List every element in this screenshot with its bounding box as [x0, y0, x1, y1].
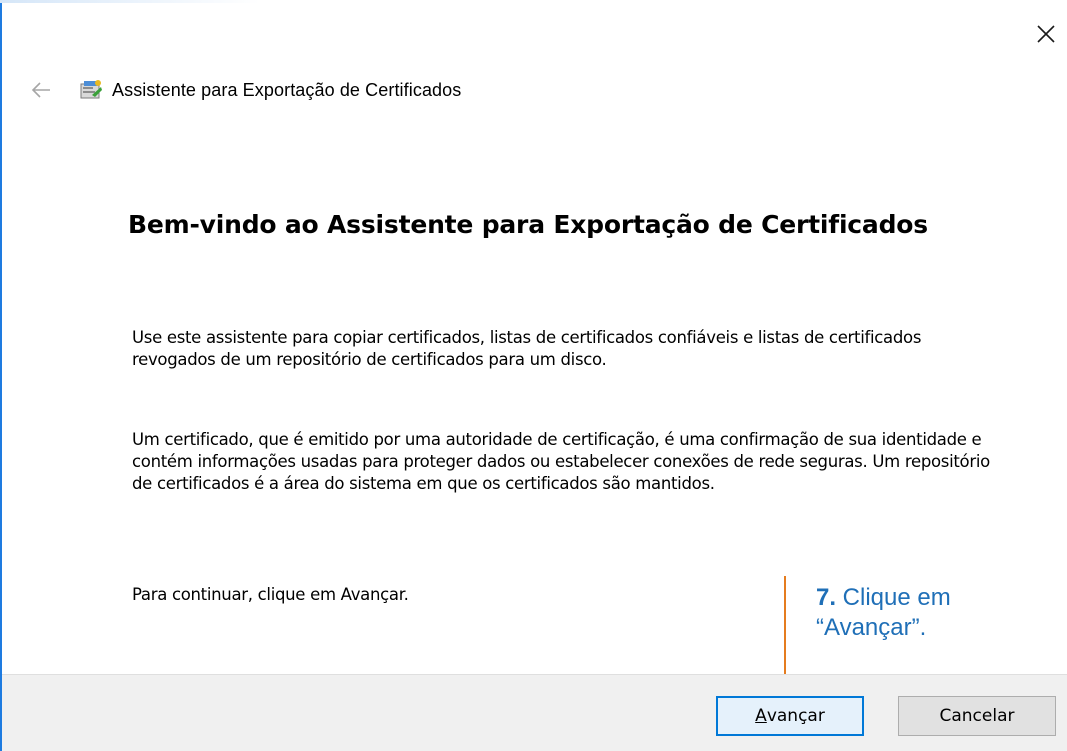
certificate-wizard-icon [80, 80, 102, 99]
annotation-text-line1: Clique em [836, 584, 951, 611]
window-top-edge [0, 0, 260, 3]
next-button-label: vançar [766, 706, 825, 726]
description-paragraph: Um certificado, que é emitido por uma au… [132, 430, 990, 493]
window-border [0, 0, 2, 751]
annotation-text-line2: “Avançar”. [816, 614, 927, 641]
close-button[interactable] [1024, 12, 1064, 52]
next-button-mnemonic: A [755, 706, 767, 726]
next-button[interactable]: Avançar [716, 696, 864, 736]
back-arrow-icon[interactable] [30, 79, 52, 101]
page-heading: Bem-vindo ao Assistente para Exportação … [128, 210, 928, 239]
window-title: Assistente para Exportação de Certificad… [112, 79, 462, 100]
annotation-callout: 7. Clique em “Avançar”. [816, 583, 951, 643]
cancel-button[interactable]: Cancelar [898, 696, 1056, 736]
intro-paragraph: Use este assistente para copiar certific… [132, 328, 922, 369]
wizard-window: Assistente para Exportação de Certificad… [0, 0, 1067, 751]
close-icon [1037, 25, 1055, 43]
annotation-pointer-line [784, 576, 786, 690]
annotation-step-number: 7. [816, 584, 837, 611]
wizard-titlebar: Assistente para Exportação de Certificad… [30, 72, 461, 108]
